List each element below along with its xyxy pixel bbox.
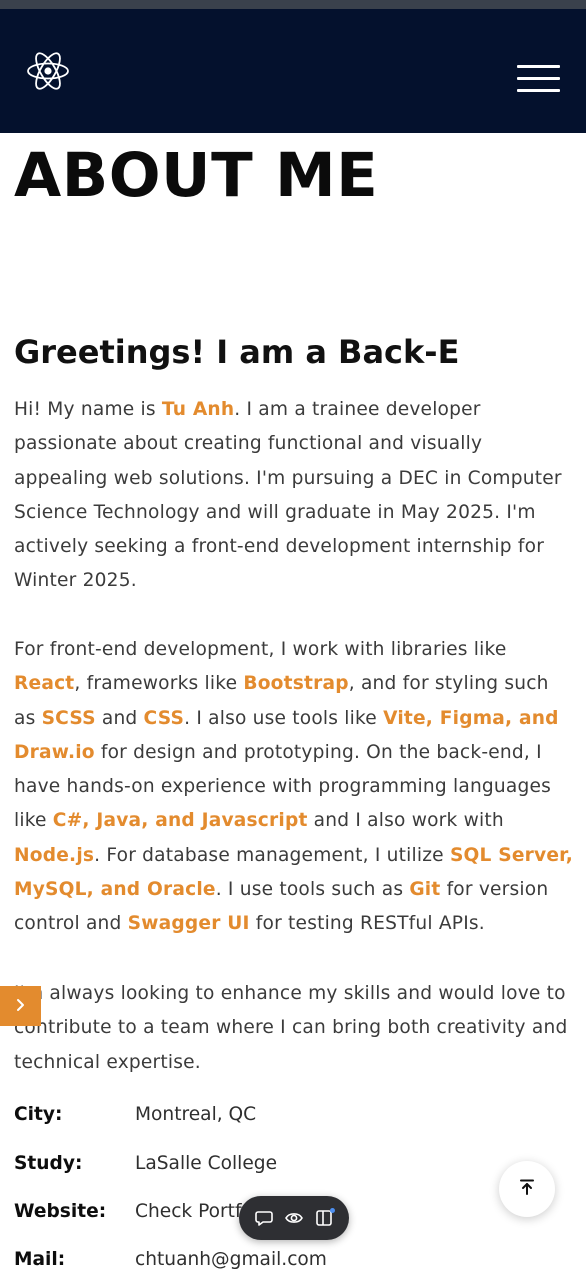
email-link[interactable]: chtuanh@gmail.com <box>135 1249 327 1270</box>
skill-nodejs: Node.js <box>14 844 95 866</box>
info-value: LaSalle College <box>135 1153 278 1174</box>
intro-paragraph: Hi! My name is Tu Anh. I am a trainee de… <box>14 399 562 592</box>
sidebar-panel-icon[interactable] <box>313 1207 335 1229</box>
arrow-up-to-top-icon <box>518 1178 536 1200</box>
skill-swagger: Swagger UI <box>127 913 250 935</box>
eye-icon[interactable] <box>283 1207 305 1229</box>
skill-git: Git <box>409 879 441 901</box>
info-row-city: City: Montreal, QC <box>14 1104 574 1134</box>
chevron-right-icon <box>15 997 27 1016</box>
side-panel-toggle[interactable] <box>0 986 41 1026</box>
top-strip <box>0 0 586 9</box>
scroll-to-top-button[interactable] <box>499 1161 555 1217</box>
skill-css: CSS <box>143 707 185 729</box>
info-value: Montreal, QC <box>135 1104 257 1125</box>
greeting-heading: Greetings! I am a Back-E <box>14 333 460 371</box>
info-row-mail: Mail: chtuanh@gmail.com <box>14 1249 574 1279</box>
navbar <box>0 9 586 133</box>
info-label: Website: <box>14 1201 107 1222</box>
skill-react: React <box>14 673 75 695</box>
hamburger-menu-icon[interactable] <box>517 65 560 95</box>
skill-bootstrap: Bootstrap <box>243 673 349 695</box>
goals-paragraph: I'm always looking to enhance my skills … <box>14 983 568 1073</box>
info-row-study: Study: LaSalle College <box>14 1153 574 1183</box>
name-highlight: Tu Anh <box>161 399 235 420</box>
floating-toolbar <box>239 1196 349 1240</box>
info-label: City: <box>14 1104 63 1125</box>
page-title: ABOUT ME <box>14 140 379 211</box>
skills-paragraph: For front-end development, I work with l… <box>14 639 574 935</box>
chat-bubble-icon[interactable] <box>253 1207 275 1229</box>
skill-languages: C#, Java, and Javascript <box>52 810 308 832</box>
react-atom-icon[interactable] <box>26 49 70 93</box>
skill-scss: SCSS <box>41 707 96 729</box>
info-label: Study: <box>14 1153 83 1174</box>
info-label: Mail: <box>14 1249 66 1270</box>
